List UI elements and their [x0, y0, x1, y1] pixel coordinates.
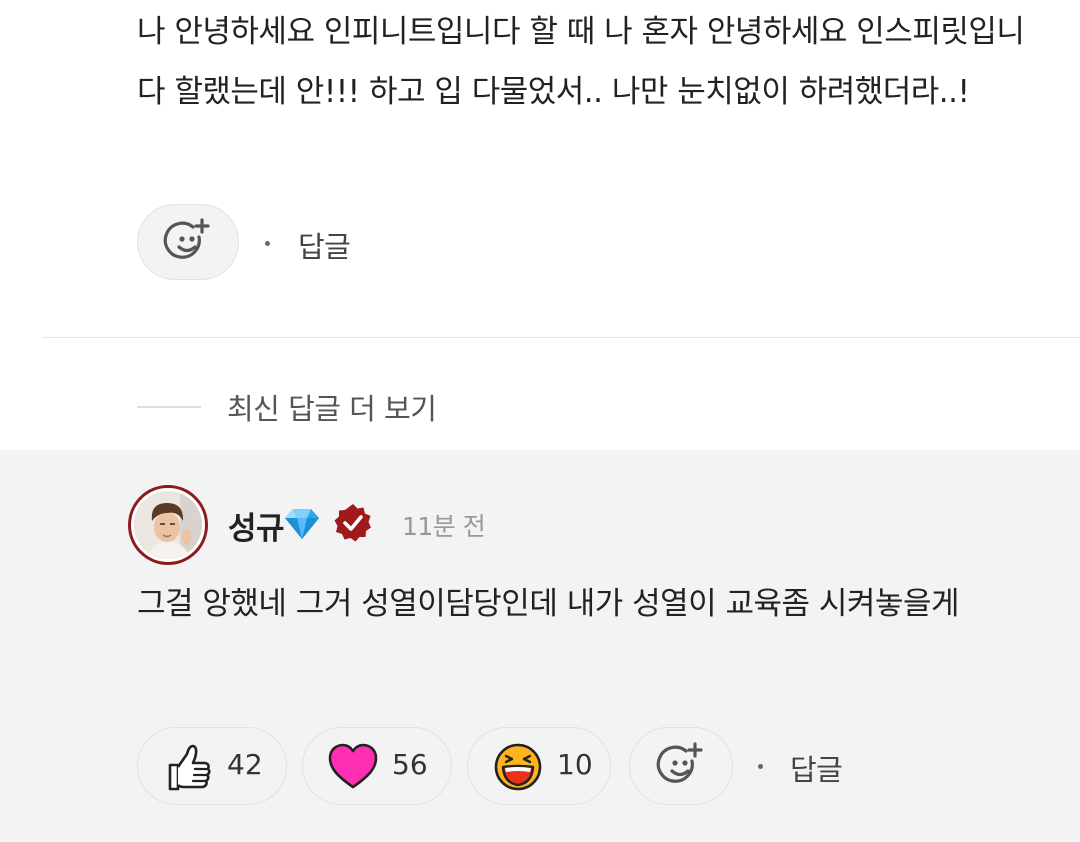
reply-link[interactable]: 답글 [298, 224, 351, 266]
add-reaction-button[interactable] [629, 727, 733, 805]
smiley-plus-icon [656, 742, 703, 783]
avatar-image [134, 491, 202, 559]
reaction-count: 56 [392, 748, 428, 781]
verified-badge-icon [334, 504, 371, 542]
reaction-heart[interactable]: 56 [302, 727, 452, 805]
reply-comment: 성규 11분 전 그걸 앙했네 그거 성열이담당인데 내가 성열이 교육좀 시켜… [0, 450, 1080, 842]
top-comment: 나 안녕하세요 인피니트입니다 할 때 나 혼자 안녕하세요 인스피릿입니다 할… [0, 0, 1080, 450]
separator-dot [758, 764, 763, 769]
laughing-face-icon [494, 743, 542, 791]
add-reaction-button[interactable] [137, 204, 239, 280]
reply-text: 그걸 앙했네 그거 성열이담당인데 내가 성열이 교육좀 시켜놓을게 [137, 586, 960, 622]
smiley-plus-icon [163, 218, 210, 259]
reply-link[interactable]: 답글 [790, 747, 843, 789]
reaction-count: 42 [227, 748, 263, 781]
avatar[interactable] [128, 485, 208, 565]
comment-text: 나 안녕하세요 인피니트입니다 할 때 나 혼자 안녕하세요 인스피릿입니다 할… [137, 14, 1025, 110]
reaction-count: 10 [557, 748, 593, 781]
timestamp: 11분 전 [402, 512, 486, 541]
reaction-thumbs-up[interactable]: 42 [137, 727, 287, 805]
heart-icon [328, 743, 378, 789]
more-replies-button[interactable]: 최신 답글 더 보기 [227, 386, 437, 428]
author-name[interactable]: 성규 [228, 503, 285, 548]
more-replies-line [137, 406, 201, 408]
reaction-laughing[interactable]: 10 [467, 727, 611, 805]
diamond-icon [285, 509, 319, 539]
separator-dot [265, 241, 270, 246]
thumbs-up-icon [168, 744, 211, 791]
divider [42, 337, 1080, 338]
